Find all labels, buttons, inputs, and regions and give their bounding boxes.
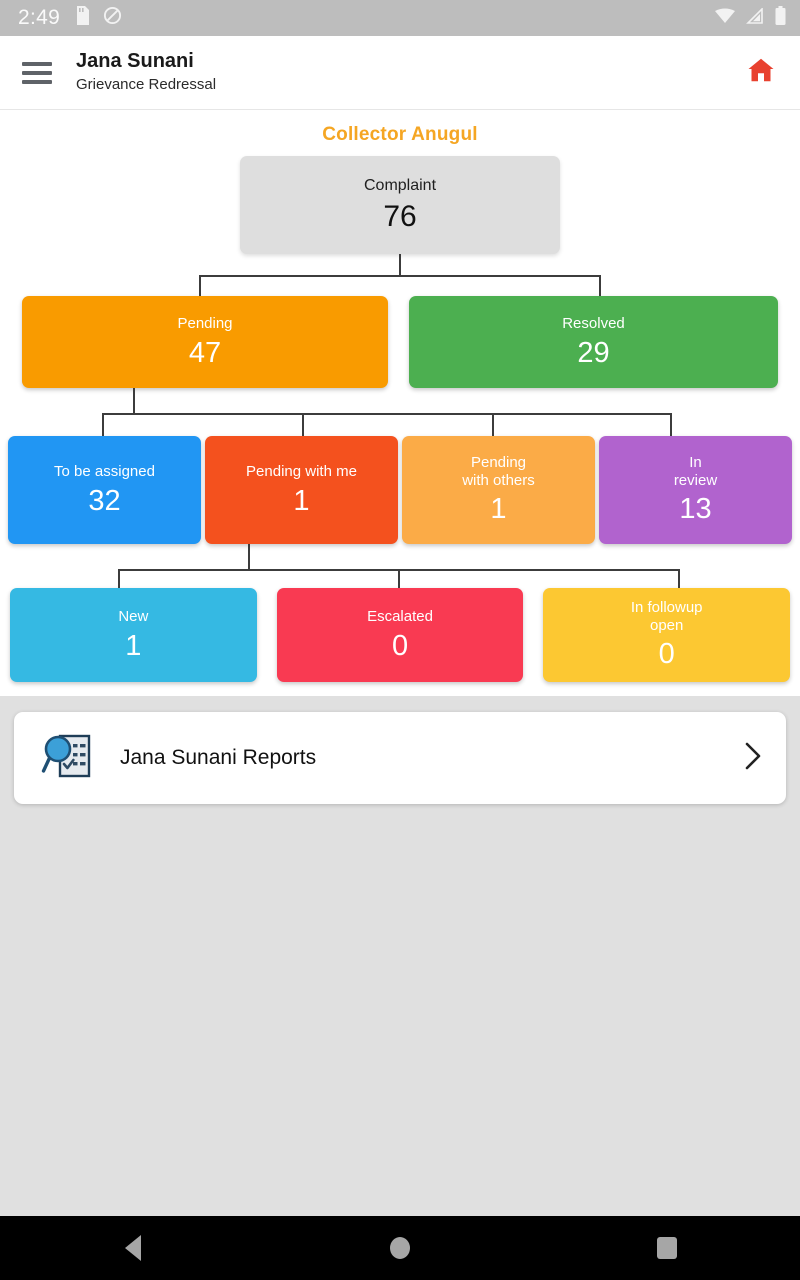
card-new-label: New bbox=[118, 607, 149, 625]
page-title: Jana Sunani bbox=[76, 50, 194, 73]
wifi-icon bbox=[715, 8, 735, 29]
chevron-right-icon[interactable] bbox=[742, 741, 764, 776]
card-resolved-value: 29 bbox=[577, 336, 610, 369]
nav-recents-button[interactable] bbox=[632, 1226, 702, 1270]
app-root: 2:49 Jana Sunani Grievance Redressal Col… bbox=[0, 0, 800, 1280]
status-bar-clock: 2:49 bbox=[18, 6, 61, 29]
card-complaint-value: 76 bbox=[383, 199, 417, 233]
card-escalated[interactable]: Escalated 0 bbox=[276, 588, 524, 682]
system-navigation-bar bbox=[0, 1216, 800, 1280]
status-bar: 2:49 bbox=[0, 0, 800, 36]
card-resolved[interactable]: Resolved 29 bbox=[409, 296, 778, 388]
app-bar: Jana Sunani Grievance Redressal bbox=[0, 36, 800, 110]
card-pending-value: 47 bbox=[188, 336, 222, 369]
cellular-signal-icon bbox=[746, 6, 764, 29]
app-bar-titles: Jana Sunani Grievance Redressal bbox=[76, 50, 216, 94]
tree-level-2: Pending 47 Resolved 29 bbox=[0, 296, 800, 388]
recents-square-icon bbox=[656, 1237, 677, 1259]
card-pending-with-others-value: 1 bbox=[490, 493, 507, 526]
section-title: Collector Anugul bbox=[322, 124, 478, 145]
reports-row[interactable]: Jana Sunani Reports bbox=[14, 712, 786, 804]
reports-label: Jana Sunani Reports bbox=[120, 746, 317, 769]
card-new[interactable]: New 1 bbox=[10, 588, 257, 682]
home-icon bbox=[744, 55, 778, 90]
card-resolved-label: Resolved bbox=[562, 314, 625, 332]
connector-level2-to-level3 bbox=[0, 388, 800, 436]
card-to-be-assigned-label: To be assigned bbox=[54, 462, 155, 480]
card-in-followup-open-label-line1: In followup bbox=[630, 599, 703, 617]
sd-card-icon bbox=[74, 6, 90, 30]
connector-level3-to-level4 bbox=[0, 544, 800, 588]
card-to-be-assigned-value: 32 bbox=[88, 484, 121, 517]
card-in-review-value: 13 bbox=[679, 493, 712, 526]
card-pending-with-me-value: 1 bbox=[293, 484, 310, 517]
card-in-review-label-line1: In bbox=[689, 454, 702, 472]
card-escalated-label: Escalated bbox=[367, 607, 433, 625]
card-pending-label: Pending bbox=[177, 314, 233, 332]
tree-level-1: Complaint 76 bbox=[0, 156, 800, 254]
page-subtitle: Grievance Redressal bbox=[76, 75, 217, 93]
card-pending[interactable]: Pending 47 bbox=[22, 296, 388, 388]
battery-icon bbox=[775, 6, 786, 30]
card-pending-with-me[interactable]: Pending with me 1 bbox=[205, 436, 398, 544]
dashboard-tree: Collector Anugul Complaint 76 Pending 47… bbox=[0, 110, 800, 696]
card-in-review[interactable]: In review 13 bbox=[599, 436, 792, 544]
status-bar-right bbox=[715, 6, 786, 30]
tree-level-3: To be assigned 32 Pending with me 1 Pend… bbox=[0, 436, 800, 544]
connector-level1-to-level2 bbox=[0, 254, 800, 296]
hamburger-menu-icon[interactable] bbox=[22, 61, 52, 84]
card-new-value: 1 bbox=[125, 629, 142, 662]
card-pending-with-others-label-line2: with others bbox=[462, 471, 535, 489]
card-in-followup-open-value: 0 bbox=[658, 638, 675, 671]
home-button[interactable] bbox=[744, 55, 778, 90]
report-search-icon bbox=[40, 729, 94, 788]
nav-back-button[interactable] bbox=[98, 1226, 168, 1270]
card-pending-with-others[interactable]: Pending with others 1 bbox=[402, 436, 595, 544]
nav-home-button[interactable] bbox=[365, 1226, 435, 1270]
card-complaint[interactable]: Complaint 76 bbox=[240, 156, 560, 254]
back-triangle-icon bbox=[125, 1235, 142, 1261]
card-pending-with-me-label: Pending with me bbox=[246, 462, 357, 480]
card-in-followup-open[interactable]: In followup open 0 bbox=[543, 588, 791, 682]
do-not-disturb-icon bbox=[103, 6, 122, 30]
card-to-be-assigned[interactable]: To be assigned 32 bbox=[8, 436, 201, 544]
reports-section: Jana Sunani Reports bbox=[0, 696, 800, 820]
tree-level-4: New 1 Escalated 0 In followup open 0 bbox=[0, 588, 800, 682]
card-escalated-value: 0 bbox=[391, 629, 409, 662]
status-bar-left: 2:49 bbox=[18, 6, 122, 30]
empty-area bbox=[0, 820, 800, 1280]
card-in-followup-open-label-line2: open bbox=[649, 616, 684, 634]
card-complaint-label: Complaint bbox=[363, 176, 437, 194]
home-circle-icon bbox=[389, 1237, 410, 1259]
card-pending-with-others-label-line1: Pending bbox=[470, 454, 527, 472]
card-in-review-label-line2: review bbox=[673, 471, 718, 489]
